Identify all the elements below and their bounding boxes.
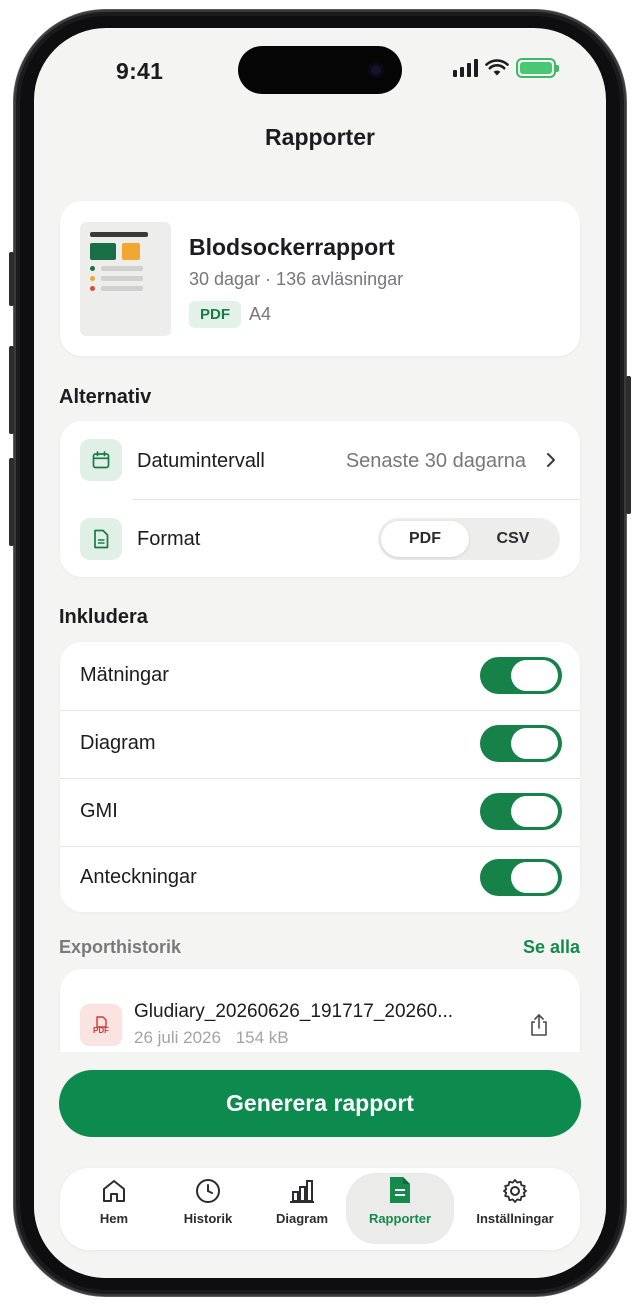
dynamic-island [238,46,402,94]
share-icon[interactable] [528,1013,550,1037]
tab-history[interactable]: Historik [164,1173,252,1244]
report-thumbnail [80,222,171,336]
report-title: Blodsockerrapport [189,234,395,260]
include-label: Diagram [80,732,156,754]
date-range-row[interactable]: Datumintervall Senaste 30 dagarna [60,421,580,499]
include-toggle[interactable] [480,725,562,762]
export-file-size: 154 kB [235,1028,289,1047]
options-section-title: Alternativ [59,386,152,408]
include-row: Anteckningar [60,844,580,912]
battery-charging-icon [516,58,559,78]
tab-label: Historik [183,1211,233,1226]
tab-label: Inställningar [476,1211,554,1226]
volume-down-button [9,458,14,546]
include-label: Anteckningar [80,866,197,888]
options-card: Datumintervall Senaste 30 dagarna Format… [60,421,580,577]
wifi-icon [485,59,509,76]
document-icon [80,518,122,560]
bar-chart-icon [290,1180,314,1203]
tab-settings[interactable]: Inställningar [460,1173,570,1244]
include-label: Mätningar [80,664,169,686]
export-file-date: 26 juli 2026 [134,1028,221,1047]
pdf-icon-label: PDF [93,1025,109,1035]
calendar-icon [80,439,122,481]
date-range-value: Senaste 30 dagarna [345,450,526,472]
tab-label: Diagram [275,1211,329,1226]
see-all-link[interactable]: Se alla [523,937,580,958]
format-segmented-control: PDF CSV [378,518,560,560]
cellular-signal-icon [453,59,478,77]
home-icon [103,1180,125,1202]
report-subtitle: 30 dagar · 136 avläsningar [189,269,404,289]
page-title: Rapporter [265,124,375,150]
volume-up-button [9,346,14,434]
tab-label: Rapporter [368,1211,432,1226]
document-icon [390,1177,410,1203]
screen: 9:41 Rapporter Blodsockerrapport 30 daga… [34,28,606,1278]
gear-icon [503,1179,527,1203]
status-icons [453,58,559,78]
status-bar: 9:41 [34,28,606,118]
tab-home[interactable]: Hem [70,1173,158,1244]
export-file-name: Gludiary_20260626_191717_20260... [134,1001,454,1022]
power-button [626,376,631,514]
export-file-meta: 26 juli 2026 154 kB [134,1028,289,1048]
status-time: 9:41 [116,58,164,84]
include-row: Diagram [60,710,580,778]
divider [132,499,580,500]
tab-chart[interactable]: Diagram [258,1173,346,1244]
chevron-right-icon [547,453,555,467]
tab-bar: Hem Historik Diagram Rapporter Inställni… [60,1168,580,1250]
include-row: Mätningar [60,642,580,710]
include-section-title: Inkludera [59,606,148,628]
clock-icon [196,1179,220,1203]
include-card: Mätningar Diagram GMI Anteckningar [60,642,580,912]
camera-icon [368,62,384,78]
format-badge: PDF [189,301,241,328]
export-history-title: Exporthistorik [59,937,182,957]
include-label: GMI [80,800,118,822]
format-option-pdf[interactable]: PDF [381,521,469,557]
date-range-label: Datumintervall [137,450,265,472]
tab-label: Hem [99,1211,129,1226]
tab-reports[interactable]: Rapporter [346,1173,454,1244]
action-button [9,252,14,306]
include-row: GMI [60,778,580,846]
include-toggle[interactable] [480,657,562,694]
generate-report-button[interactable]: Generera rapport [59,1070,581,1137]
format-option-csv[interactable]: CSV [469,521,557,557]
format-label: Format [137,528,201,550]
paper-size: A4 [249,304,272,324]
include-toggle[interactable] [480,859,562,896]
include-toggle[interactable] [480,793,562,830]
pdf-file-icon: PDF [80,1004,122,1046]
report-card[interactable]: Blodsockerrapport 30 dagar · 136 avläsni… [60,201,580,356]
